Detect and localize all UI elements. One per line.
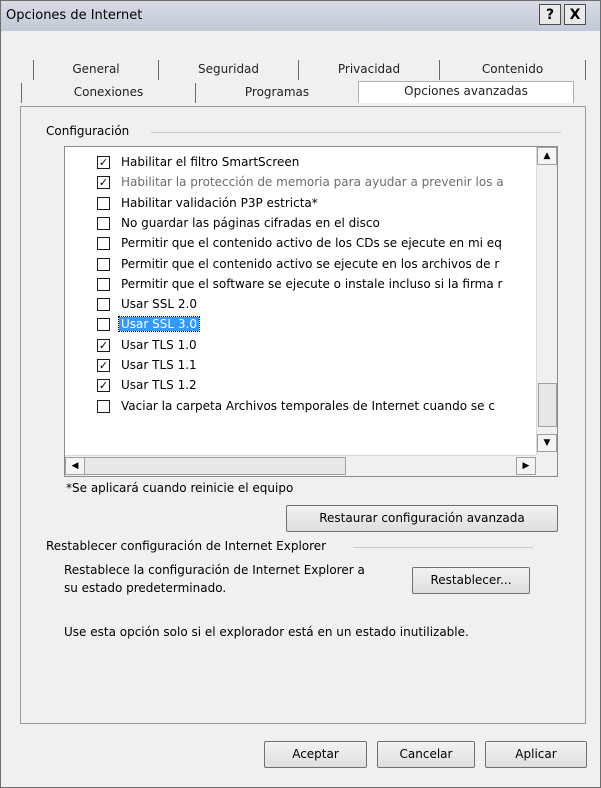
tab-opciones-avanzadas[interactable]: Opciones avanzadas (358, 81, 574, 103)
setting-label: Vaciar la carpeta Archivos temporales de… (121, 398, 495, 413)
tab-row-1: General Seguridad Privacidad Contenido (1, 60, 600, 80)
setting-row[interactable]: ✓ Habilitar el filtro SmartScreen (97, 153, 517, 173)
setting-row[interactable]: No guardar las páginas cifradas en el di… (97, 214, 517, 234)
setting-label: No guardar las páginas cifradas en el di… (121, 215, 380, 230)
scrollbar-corner (536, 455, 557, 476)
setting-row[interactable]: Usar SSL 3.0 (97, 315, 517, 335)
setting-checkbox[interactable] (97, 298, 110, 312)
setting-label: Habilitar el filtro SmartScreen (121, 155, 300, 169)
reset-description-line1: Restablece la configuración de Internet … (64, 563, 365, 577)
setting-checkbox[interactable]: ✓ (97, 156, 110, 169)
reset-description-line2: su estado predeterminado. (64, 581, 227, 595)
setting-row[interactable]: ✓ Usar TLS 1.0 (97, 336, 517, 356)
reset-group-divider (353, 547, 533, 548)
setting-checkbox[interactable]: ✓ (97, 379, 110, 393)
setting-checkbox[interactable] (97, 277, 110, 291)
tab-seguridad[interactable]: Seguridad (159, 60, 298, 80)
ok-button[interactable]: Aceptar (264, 741, 367, 768)
setting-label: Usar TLS 1.0 (121, 337, 197, 352)
horizontal-scrollbar[interactable]: ◀ ▶ (65, 455, 536, 476)
setting-label: Usar TLS 1.1 (121, 358, 197, 372)
setting-label: Permitir que el software se ejecute o in… (121, 276, 503, 291)
setting-label: Permitir que el contenido activo se ejec… (121, 256, 500, 271)
setting-checkbox[interactable]: ✓ (97, 338, 110, 352)
settings-group-label: Configuración (46, 124, 136, 138)
setting-row[interactable]: Permitir que el software se ejecute o in… (97, 275, 517, 295)
title-bar: Opciones de Internet ? X (1, 1, 600, 31)
reset-button[interactable]: Restablecer... (412, 567, 530, 594)
group-divider (151, 132, 561, 133)
setting-row[interactable]: ✓ Habilitar la protección de memoria para… (97, 173, 517, 193)
setting-label: Permitir que el contenido activo de los … (121, 236, 502, 251)
tab-programas[interactable]: Programas (196, 83, 358, 103)
scroll-left-button[interactable]: ◀ (65, 457, 85, 475)
settings-list[interactable]: ✓ Habilitar el filtro SmartScreen ✓ Habilit… (64, 146, 558, 477)
setting-row[interactable]: ✓ Usar TLS 1.1 (97, 356, 517, 376)
setting-row[interactable]: Usar SSL 2.0 (97, 295, 517, 315)
cancel-button[interactable]: Cancelar (377, 741, 475, 768)
setting-checkbox[interactable] (97, 318, 110, 332)
reset-warning: Use esta opción solo si el explorador es… (64, 625, 469, 639)
setting-checkbox[interactable]: ✓ (97, 359, 110, 372)
internet-options-window: Opciones de Internet ? X General Segurid… (0, 0, 601, 788)
tab-divider (585, 60, 586, 80)
setting-row[interactable]: Permitir que el contenido activo se ejec… (97, 255, 517, 275)
close-button[interactable]: X (564, 4, 586, 25)
setting-checkbox[interactable] (97, 237, 110, 251)
restore-advanced-button[interactable]: Restaurar configuración avanzada (286, 505, 558, 532)
setting-checkbox[interactable]: ✓ (97, 176, 110, 190)
setting-checkbox[interactable] (97, 196, 110, 210)
setting-checkbox[interactable] (97, 257, 110, 271)
setting-label: Usar SSL 2.0 (121, 297, 197, 312)
tab-row-2: Conexiones Programas Opciones avanzadas (1, 81, 600, 106)
setting-checkbox[interactable] (97, 399, 110, 413)
vertical-scrollbar[interactable]: ▲ ▼ (536, 147, 557, 455)
restart-note: *Se aplicará cuando reinicie el equipo (66, 481, 294, 495)
setting-row[interactable]: Vaciar la carpeta Archivos temporales de… (97, 397, 517, 417)
window-title: Opciones de Internet (6, 8, 143, 23)
tab-contenido[interactable]: Contenido (440, 60, 585, 80)
setting-row[interactable]: Habilitar validación P3P estricta* (97, 194, 517, 214)
tab-privacidad[interactable]: Privacidad (299, 60, 439, 80)
setting-row[interactable]: Permitir que el contenido activo de los … (97, 234, 517, 254)
reset-group-label: Restablecer configuración de Internet Ex… (46, 539, 333, 553)
setting-label: Habilitar validación P3P estricta* (121, 195, 318, 210)
apply-button[interactable]: Aplicar (485, 741, 587, 768)
tab-general[interactable]: General (34, 60, 158, 80)
help-button[interactable]: ? (539, 4, 561, 25)
scroll-down-button[interactable]: ▼ (537, 434, 557, 452)
setting-label: Usar SSL 3.0 (118, 316, 200, 333)
setting-row[interactable]: ✓ Usar TLS 1.2 (97, 376, 517, 396)
tab-conexiones[interactable]: Conexiones (22, 83, 195, 103)
setting-label: Habilitar la protección de memoria para … (121, 175, 504, 190)
horizontal-scroll-thumb[interactable] (84, 457, 346, 475)
scroll-right-button[interactable]: ▶ (516, 457, 536, 475)
setting-label: Usar TLS 1.2 (121, 378, 197, 393)
setting-checkbox[interactable] (97, 216, 110, 230)
vertical-scroll-thumb[interactable] (538, 383, 557, 427)
scroll-up-button[interactable]: ▲ (537, 147, 557, 165)
